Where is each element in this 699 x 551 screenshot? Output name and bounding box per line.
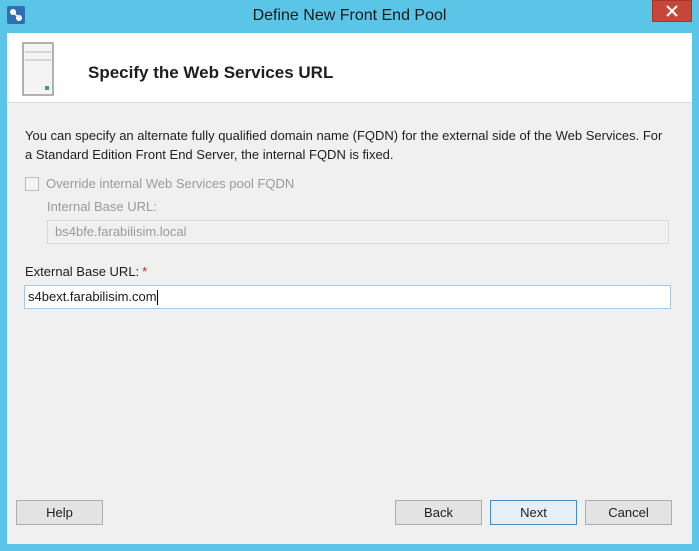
server-icon (22, 42, 54, 96)
header-band: Specify the Web Services URL (7, 33, 692, 103)
internal-base-url-label: Internal Base URL: (47, 199, 157, 214)
close-icon (666, 5, 678, 17)
description-text: You can specify an alternate fully quali… (25, 128, 663, 162)
text-caret (156, 290, 158, 306)
override-fqdn-label: Override internal Web Services pool FQDN (46, 176, 295, 191)
required-marker: * (142, 264, 148, 279)
external-base-url-label-text: External Base URL: (25, 264, 140, 279)
override-fqdn-checkbox[interactable] (25, 176, 39, 191)
window-title: Define New Front End Pool (252, 7, 447, 24)
close-button[interactable] (652, 0, 692, 22)
dialog-window: Define New Front End Pool Specify the We… (0, 0, 699, 551)
back-button[interactable]: Back (395, 500, 482, 525)
page-title: Specify the Web Services URL (88, 63, 334, 82)
override-fqdn-option: Override internal Web Services pool FQDN (25, 176, 294, 191)
next-button[interactable]: Next (490, 500, 577, 525)
internal-base-url-field: bs4bfe.farabilisim.local (47, 220, 669, 244)
title-bar[interactable]: Define New Front End Pool (0, 0, 699, 33)
external-base-url-value: s4bext.farabilisim.com (28, 289, 157, 304)
dialog-content: Specify the Web Services URL You can spe… (7, 33, 692, 544)
help-button[interactable]: Help (16, 500, 103, 525)
external-base-url-label: External Base URL: * (25, 264, 147, 279)
cancel-button[interactable]: Cancel (585, 500, 672, 525)
external-base-url-input[interactable]: s4bext.farabilisim.com (24, 285, 671, 309)
